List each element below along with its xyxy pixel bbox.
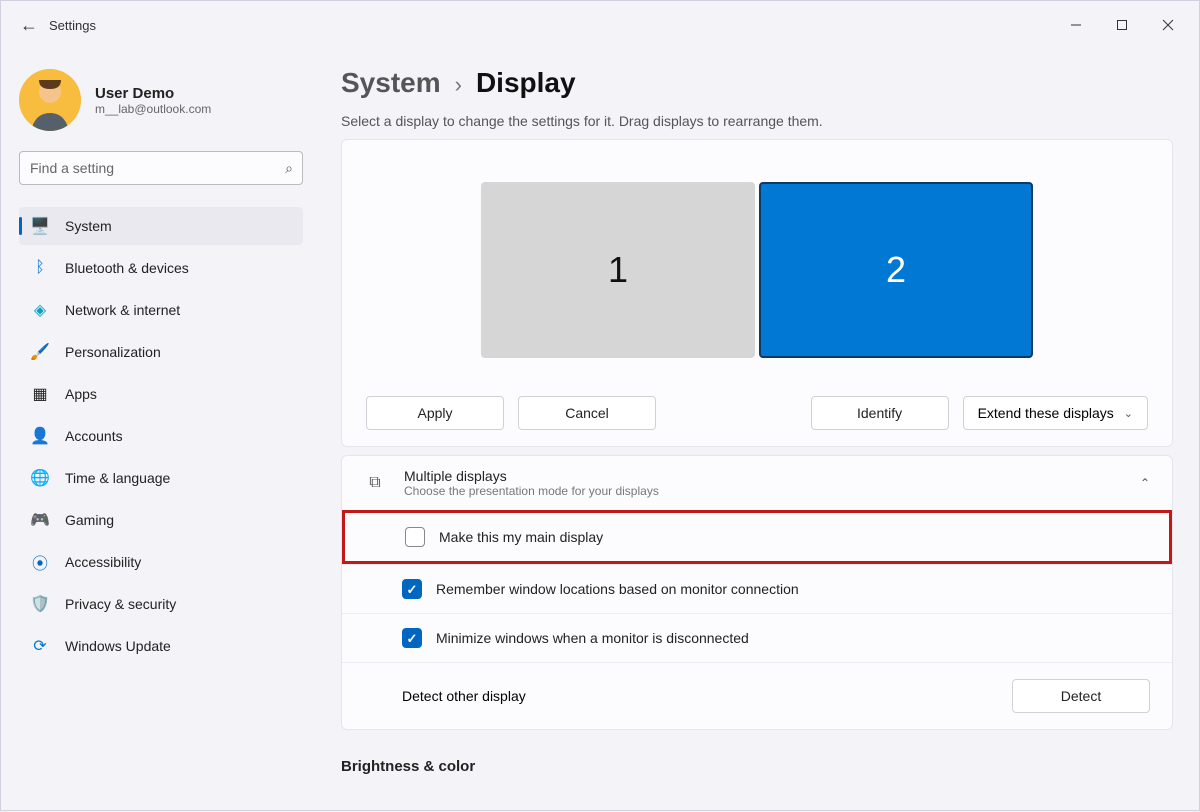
sidebar-item-time[interactable]: 🌐 Time & language [19,459,303,497]
sidebar-item-apps[interactable]: ▦ Apps [19,375,303,413]
sidebar-item-label: System [65,218,112,234]
monitor-2[interactable]: 2 [759,182,1033,358]
update-icon: ⟳ [31,637,49,655]
user-email: m__lab@outlook.com [95,102,211,116]
sidebar-item-update[interactable]: ⟳ Windows Update [19,627,303,665]
main-content: System › Display Select a display to cha… [321,49,1199,812]
chevron-up-icon: ⌃ [1140,476,1150,490]
sidebar-item-accounts[interactable]: 👤 Accounts [19,417,303,455]
user-card[interactable]: User Demo m__lab@outlook.com [19,69,303,131]
sidebar-item-label: Gaming [65,512,114,528]
section-title: Multiple displays [404,468,659,484]
arrange-actions: Apply Cancel Identify Extend these displ… [354,396,1160,434]
multiple-displays-header[interactable]: ⧉ Multiple displays Choose the presentat… [342,456,1172,510]
display-arrange-card: 1 2 Apply Cancel Identify Extend these d… [341,139,1173,447]
search-input[interactable] [19,151,303,185]
helper-text: Select a display to change the settings … [341,113,1173,129]
sidebar-item-label: Accounts [65,428,123,444]
avatar [19,69,81,131]
window-controls [1053,9,1191,41]
detect-other-label: Detect other display [402,688,1012,704]
multiple-displays-icon: ⧉ [364,474,386,492]
sidebar-item-system[interactable]: 🖥️ System [19,207,303,245]
system-icon: 🖥️ [31,217,49,235]
sidebar-item-personalization[interactable]: 🖌️ Personalization [19,333,303,371]
remember-locations-label: Remember window locations based on monit… [436,581,1150,597]
detect-button[interactable]: Detect [1012,679,1150,713]
sidebar-item-gaming[interactable]: 🎮 Gaming [19,501,303,539]
titlebar: ← Settings [1,1,1199,49]
monitor-1[interactable]: 1 [481,182,755,358]
section-subtitle: Choose the presentation mode for your di… [404,484,659,498]
sidebar-item-label: Privacy & security [65,596,176,612]
minimize-button[interactable] [1053,9,1099,41]
time-icon: 🌐 [31,469,49,487]
sidebar-item-privacy[interactable]: 🛡️ Privacy & security [19,585,303,623]
window-title: Settings [49,18,96,33]
sidebar-item-bluetooth[interactable]: ᛒ Bluetooth & devices [19,249,303,287]
search-icon: ⌕ [285,160,293,177]
row-remember-locations[interactable]: Remember window locations based on monit… [342,564,1172,613]
bluetooth-icon: ᛒ [31,259,49,277]
display-stage[interactable]: 1 2 [354,152,1160,388]
cancel-button[interactable]: Cancel [518,396,656,430]
brightness-section-title: Brightness & color [341,758,1173,775]
accounts-icon: 👤 [31,427,49,445]
maximize-button[interactable] [1099,9,1145,41]
breadcrumb: System › Display [341,67,1173,99]
apply-button[interactable]: Apply [366,396,504,430]
row-main-display[interactable]: Make this my main display [342,510,1172,564]
user-name: User Demo [95,85,211,102]
breadcrumb-parent[interactable]: System [341,67,441,99]
close-button[interactable] [1145,9,1191,41]
sidebar-item-label: Personalization [65,344,161,360]
network-icon: ◈ [31,301,49,319]
nav-list: 🖥️ System ᛒ Bluetooth & devices ◈ Network &… [19,207,303,665]
identify-button[interactable]: Identify [811,396,949,430]
display-mode-dropdown[interactable]: Extend these displays ⌄ [963,396,1148,430]
personalization-icon: 🖌️ [31,343,49,361]
sidebar-item-label: Apps [65,386,97,402]
sidebar-item-label: Time & language [65,470,170,486]
main-display-checkbox[interactable] [405,527,425,547]
minimize-disconnected-checkbox[interactable] [402,628,422,648]
breadcrumb-current: Display [476,67,576,99]
remember-locations-checkbox[interactable] [402,579,422,599]
main-display-label: Make this my main display [439,529,1147,545]
privacy-icon: 🛡️ [31,595,49,613]
back-button[interactable]: ← [9,15,49,36]
apps-icon: ▦ [31,385,49,403]
sidebar-item-label: Accessibility [65,554,141,570]
chevron-down-icon: ⌄ [1124,407,1133,420]
breadcrumb-separator: › [455,72,462,98]
minimize-disconnected-label: Minimize windows when a monitor is disco… [436,630,1150,646]
sidebar-item-label: Windows Update [65,638,171,654]
sidebar-item-accessibility[interactable]: ⦿ Accessibility [19,543,303,581]
accessibility-icon: ⦿ [31,553,49,571]
search-box: ⌕ [19,151,303,185]
display-mode-value: Extend these displays [978,405,1114,421]
sidebar-item-network[interactable]: ◈ Network & internet [19,291,303,329]
sidebar-item-label: Network & internet [65,302,180,318]
gaming-icon: 🎮 [31,511,49,529]
sidebar: User Demo m__lab@outlook.com ⌕ 🖥️ System … [1,49,321,812]
sidebar-item-label: Bluetooth & devices [65,260,189,276]
multiple-displays-card: ⧉ Multiple displays Choose the presentat… [341,455,1173,730]
row-detect-other: Detect other display Detect [342,662,1172,729]
row-minimize-disconnected[interactable]: Minimize windows when a monitor is disco… [342,613,1172,662]
